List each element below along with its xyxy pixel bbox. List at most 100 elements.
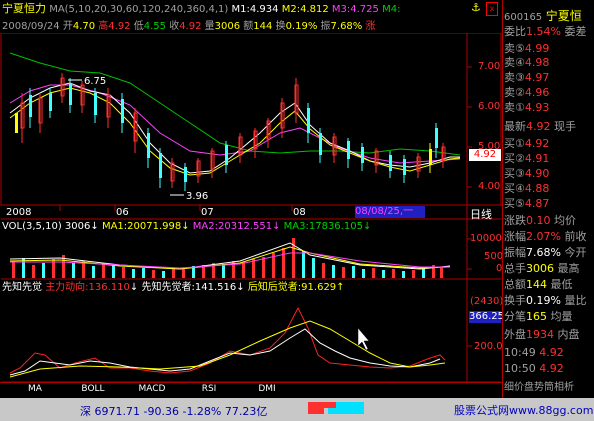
ask-label: 卖⑤ xyxy=(504,42,525,55)
volume-bar xyxy=(302,251,305,278)
candle xyxy=(94,93,97,115)
bid-price: 4.91 xyxy=(524,152,550,165)
tab-ma[interactable]: MA xyxy=(20,383,50,396)
stock-name: 宁夏恒力 xyxy=(2,2,46,15)
candle xyxy=(307,108,310,133)
outer-value: 1934 xyxy=(526,328,554,341)
indicator-line1: 主力动向:136.110 xyxy=(45,282,130,293)
volume-bar xyxy=(440,268,443,278)
indicator-name: 先知先觉 xyxy=(2,282,42,293)
stat-value: 165 xyxy=(526,310,547,323)
ask-row[interactable]: 卖③4.97 xyxy=(504,71,594,85)
volume-bar xyxy=(72,263,75,278)
volume-bar xyxy=(332,265,335,278)
index-change: -90.36 xyxy=(143,405,179,418)
close-small-icon[interactable]: x xyxy=(486,2,498,16)
turnover-value: 0.19% xyxy=(285,21,318,32)
volume-value: 3006 xyxy=(214,21,241,32)
candle xyxy=(361,147,364,163)
candle xyxy=(403,159,406,175)
volume-bar xyxy=(422,269,425,278)
bid-price: 4.92 xyxy=(524,137,550,150)
cursor-date-box: 08/08/25,一 xyxy=(355,206,425,218)
tick-price: 4.92 xyxy=(539,346,564,359)
ask-price: 4.96 xyxy=(524,86,550,99)
candle xyxy=(347,141,350,159)
m2-value: M2:4.812 xyxy=(281,4,329,15)
stat-extra: 均价 xyxy=(554,214,576,227)
stat-label: 总额 xyxy=(504,278,526,291)
volume-ma1: MA1:20071.998 xyxy=(101,221,182,232)
stat-extra: 最高 xyxy=(557,262,580,275)
ratio-label: 委比 xyxy=(504,25,526,38)
volume-ma3: MA3:17836.105 xyxy=(283,221,363,232)
time-label: 08 xyxy=(293,207,306,218)
bid-row[interactable]: 买②4.91 xyxy=(504,152,594,166)
stat-row: 涨幅2.07% 前收 xyxy=(504,230,594,244)
stat-value: 144 xyxy=(526,278,547,291)
price-tick: 7.00 xyxy=(478,61,501,72)
side-footer[interactable]: 细价盘势筒相析 xyxy=(504,381,594,395)
ratio-value: 1.54% xyxy=(526,25,561,38)
volume-bar xyxy=(122,267,125,278)
price-tick: 6.00 xyxy=(478,101,501,112)
tick-time: 10:50 xyxy=(504,362,536,375)
tick-time: 10:49 xyxy=(504,346,536,359)
volume-bar xyxy=(42,263,45,278)
period-label[interactable]: 日线 xyxy=(470,206,492,222)
tab-dmi[interactable]: DMI xyxy=(252,383,282,396)
indicator-header: 先知先觉 主力动向:136.110↓ 先知先觉者:141.516↓ 后知后觉者:… xyxy=(2,282,345,293)
bid-price: 4.90 xyxy=(524,167,550,180)
volume-header: VOL(3,5,10) 3006↓ MA1:20071.998↓ MA2:203… xyxy=(2,221,372,232)
stat-extra: 最低 xyxy=(550,278,573,291)
tab-rsi[interactable]: RSI xyxy=(194,383,224,396)
volume-bar xyxy=(152,270,155,278)
tick-price: 4.92 xyxy=(539,362,564,375)
close-value: 4.92 xyxy=(179,21,202,32)
tab-boll[interactable]: BOLL xyxy=(75,383,111,396)
watermark: 股票公式网www.88gg.com xyxy=(454,404,594,417)
m3-value: M3:4.725 xyxy=(331,4,379,15)
price-panel-frame xyxy=(0,33,502,206)
quote-code-row: 600165 宁夏恒 xyxy=(504,9,594,23)
bid-row[interactable]: 买①4.92 xyxy=(504,137,594,151)
anchor-icon[interactable]: ⚓ xyxy=(471,2,485,14)
volume-bar xyxy=(242,262,245,278)
candle xyxy=(15,113,18,133)
volume-bar xyxy=(352,266,355,278)
indicator-line-yellow xyxy=(9,320,446,378)
bid-row[interactable]: 买④4.88 xyxy=(504,182,594,196)
ask-row[interactable]: 卖②4.96 xyxy=(504,86,594,100)
vol-ma-line-yellow xyxy=(9,246,451,270)
bid-row[interactable]: 买③4.90 xyxy=(504,167,594,181)
stat-value: 2.07% xyxy=(526,230,561,243)
volume-bar xyxy=(222,264,225,278)
stat-row: 分笔165 均量 xyxy=(504,310,594,324)
volume-bar xyxy=(12,261,15,278)
close-label: 收 xyxy=(169,21,180,32)
stat-extra: 均量 xyxy=(550,310,573,323)
ask-row[interactable]: 卖①4.93 xyxy=(504,101,594,115)
latest-row: 最新4.92 现手 xyxy=(504,120,594,134)
index-summary: 深 6971.71 -90.36 -1.28% 77.23亿 xyxy=(80,403,267,419)
chart-area[interactable]: 6.75 3.96 xyxy=(0,33,503,383)
ask-row[interactable]: 卖④4.98 xyxy=(504,56,594,70)
volume-bar xyxy=(412,270,415,278)
latest-extra: 现手 xyxy=(554,120,576,133)
ask-row[interactable]: 卖⑤4.99 xyxy=(504,42,594,56)
volume-bar xyxy=(342,267,345,278)
candle xyxy=(69,83,72,105)
bid-label: 买⑤ xyxy=(504,197,525,210)
stat-label: 总手 xyxy=(504,262,526,275)
tab-macd[interactable]: MACD xyxy=(132,383,172,396)
index-value: 6971.71 xyxy=(94,405,141,418)
stat-label: 换手 xyxy=(504,294,526,307)
candle xyxy=(29,95,32,117)
volume-bar xyxy=(132,269,135,278)
time-label: 06 xyxy=(116,207,129,218)
outer-inner-row: 外盘1934 内盘 xyxy=(504,328,594,342)
bid-row[interactable]: 买⑤4.87 xyxy=(504,197,594,211)
stat-value: 0.19% xyxy=(526,294,561,307)
stat-extra: 量比 xyxy=(564,294,587,307)
volume-bar xyxy=(172,269,175,278)
